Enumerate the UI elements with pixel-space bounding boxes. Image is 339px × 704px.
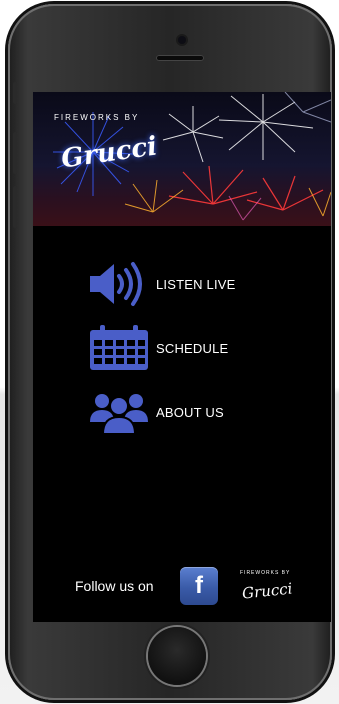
- app-screen: FIREWORKS BY Grucci LISTEN LIVE SCHEDULE…: [33, 92, 331, 622]
- about-us-button[interactable]: ABOUT US: [88, 388, 224, 436]
- home-button[interactable]: [148, 627, 206, 685]
- group-icon: [88, 388, 150, 436]
- phone-frame: FIREWORKS BY Grucci LISTEN LIVE SCHEDULE…: [8, 4, 332, 700]
- facebook-button[interactable]: f: [180, 567, 218, 605]
- volume-up-button: [13, 132, 17, 174]
- header-banner: FIREWORKS BY Grucci: [33, 92, 331, 226]
- schedule-label: SCHEDULE: [156, 340, 229, 356]
- footer-grucci-logo: Grucci: [241, 579, 294, 603]
- about-us-label: ABOUT US: [156, 404, 224, 420]
- facebook-icon: f: [195, 572, 203, 599]
- listen-live-button[interactable]: LISTEN LIVE: [88, 260, 236, 308]
- front-camera: [178, 36, 186, 44]
- earpiece-speaker: [156, 55, 204, 61]
- listen-live-label: LISTEN LIVE: [156, 276, 236, 292]
- volume-down-button: [13, 186, 17, 228]
- mute-switch: [13, 82, 17, 104]
- schedule-button[interactable]: SCHEDULE: [88, 324, 228, 372]
- footer-brand-caption: FIREWORKS BY: [240, 570, 291, 576]
- follow-us-label: Follow us on: [75, 578, 154, 594]
- calendar-icon: [88, 324, 150, 372]
- speaker-icon: [88, 260, 150, 308]
- banner-brand-caption: FIREWORKS BY: [54, 113, 140, 122]
